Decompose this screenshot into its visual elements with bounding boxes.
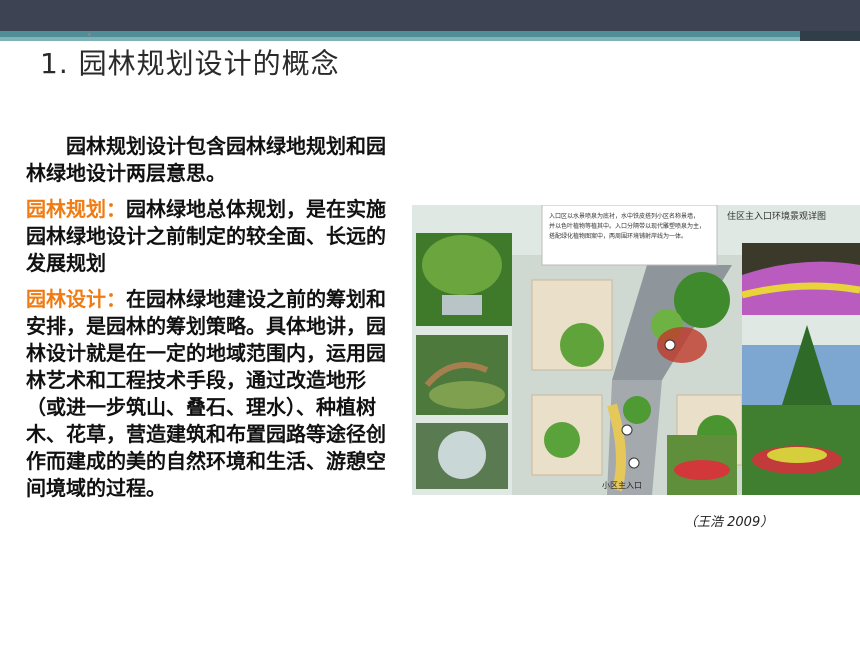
body-text: 园林规划设计包含园林绿地规划和园林绿地设计两层意思。 园林规划：园林绿地总体规划… (26, 133, 400, 511)
entrance-label: 小区主入口 (602, 480, 642, 490)
design-text: 在园林绿地建设之前的筹划和安排，是园林的筹划策略。具体地讲，园林设计就是在一定的… (26, 287, 386, 500)
header-tab (800, 31, 860, 41)
intro-paragraph: 园林规划设计包含园林绿地规划和园林绿地设计两层意思。 (26, 133, 400, 187)
figure-note-line: 并以色叶植物等植其中。入口分隔带以现代雕塑喷泉为主， (549, 222, 705, 230)
intro-text: 园林规划设计包含园林绿地规划和园林绿地设计两层意思。 (26, 134, 386, 185)
planning-paragraph: 园林规划：园林绿地总体规划，是在实施园林绿地设计之前制定的较全面、长远的发展规划 (26, 196, 400, 277)
header-bar (0, 0, 860, 31)
landscape-plan-illustration: 入口区以水景喷泉为底衬，水中铁皮搭列小区名称景墙， 并以色叶植物等植其中。入口分… (412, 205, 860, 495)
figure-heading: 住区主入口环境景观详图 (727, 210, 826, 222)
figure-note-line: 入口区以水景喷泉为底衬，水中铁皮搭列小区名称景墙， (549, 212, 699, 220)
figure-note-line: 搭配绿化植物图案中，两周围环境铺射岸线为一体。 (549, 232, 687, 240)
bullet-dot (88, 33, 91, 36)
design-term: 园林设计： (26, 287, 126, 311)
slide-title: 1. 园林规划设计的概念 (40, 47, 340, 80)
design-paragraph: 园林设计：在园林绿地建设之前的筹划和安排，是园林的筹划策略。具体地讲，园林设计就… (26, 286, 400, 502)
header-accent-bar-light (0, 37, 860, 41)
landscape-plan-figure: 入口区以水景喷泉为底衬，水中铁皮搭列小区名称景墙， 并以色叶植物等植其中。入口分… (412, 205, 860, 495)
figure-caption: （王浩 2009） (684, 515, 774, 530)
planning-term: 园林规划： (26, 197, 126, 221)
